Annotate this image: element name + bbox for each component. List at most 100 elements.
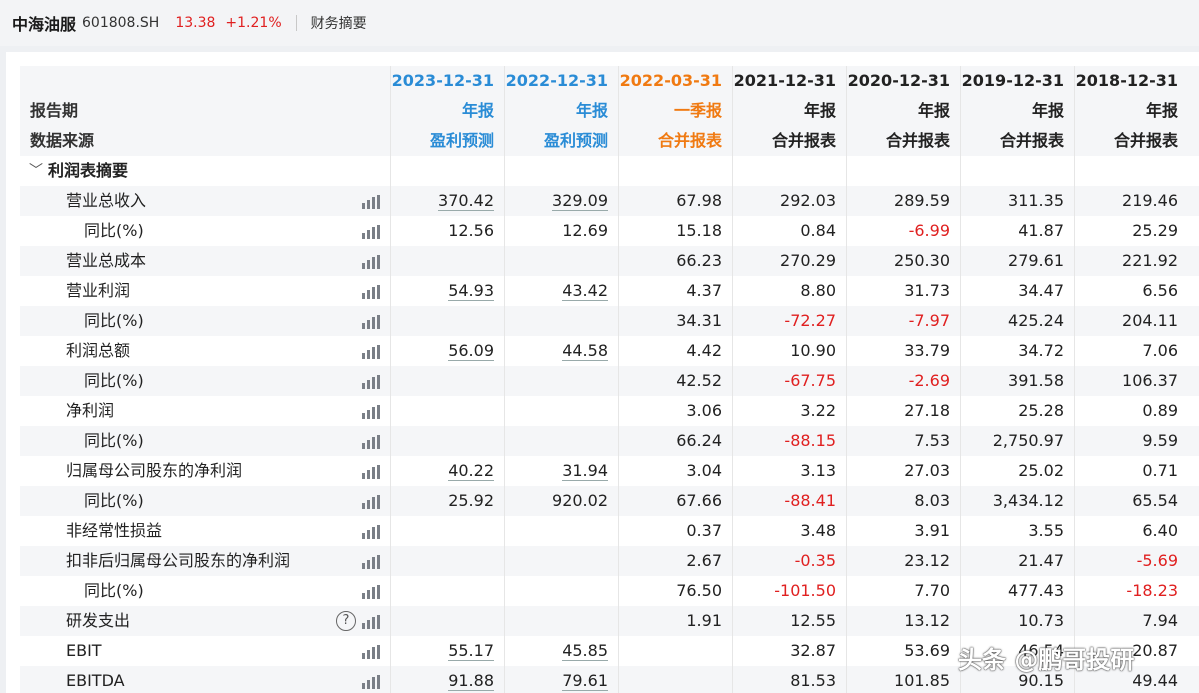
table-cell: 3.55 (960, 516, 1074, 546)
table-cell: 3.04 (618, 456, 732, 486)
cell-value: 270.29 (780, 251, 836, 270)
table-cell: 4.42 (618, 336, 732, 366)
table-cell[interactable]: 55.17 (390, 636, 504, 666)
bar-chart-icon[interactable] (362, 195, 380, 209)
cell-value: 8.80 (800, 281, 836, 300)
bar-chart-icon[interactable] (362, 255, 380, 269)
table-cell[interactable]: 31.94 (504, 456, 618, 486)
table-row[interactable]: 同比(%) 12.56 12.69 15.18 0.84 -6.99 41.87 25.29 (20, 216, 1199, 246)
column-separator (846, 66, 847, 693)
table-cell[interactable]: 370.42 (390, 186, 504, 216)
cell-value: 12.55 (790, 611, 836, 630)
table-row[interactable]: 净利润 3.06 3.22 27.18 25.28 0.89 (20, 396, 1199, 426)
cell-value: 40.22 (448, 461, 494, 481)
bar-chart-icon[interactable] (362, 555, 380, 569)
cell-value: 76.50 (676, 581, 722, 600)
bar-chart-icon[interactable] (362, 675, 380, 689)
cell-value: 20.87 (1132, 641, 1178, 660)
bar-chart-icon[interactable] (362, 645, 380, 659)
table-cell: 32.87 (732, 636, 846, 666)
header-column-1[interactable]: 2023-12-31 年报 盈利预测 (390, 66, 504, 156)
tab-financial-summary[interactable]: 财务摘要 (311, 13, 367, 33)
table-cell: 25.29 (1074, 216, 1188, 246)
header-column-7[interactable]: 2018-12-31 年报 合并报表 (1074, 66, 1188, 156)
cell-value: 0.71 (1142, 461, 1178, 480)
table-cell: 53.69 (846, 636, 960, 666)
header-column-4[interactable]: 2021-12-31 年报 合并报表 (732, 66, 846, 156)
table-row[interactable]: 归属母公司股东的净利润 40.22 31.94 3.04 3.13 27.03 25.02 0… (20, 456, 1199, 486)
table-row[interactable]: 扣非后归属母公司股东的净利润 2.67 -0.35 23.12 21.47 -5.69 (20, 546, 1199, 576)
table-row[interactable]: 营业利润 54.93 43.42 4.37 8.80 31.73 34.47 6.56 (20, 276, 1199, 306)
help-icon[interactable]: ? (336, 611, 356, 631)
bar-chart-icon[interactable] (362, 315, 380, 329)
table-cell: 101.85 (846, 666, 960, 693)
header-column-3[interactable]: 2022-03-31 一季报 合并报表 (618, 66, 732, 156)
table-cell[interactable]: 43.42 (504, 276, 618, 306)
cell-value: 25.02 (1018, 461, 1064, 480)
header-source: 合并报表 (771, 131, 836, 150)
table-row[interactable]: 营业总成本 66.23 270.29 250.30 279.61 221.92 (20, 246, 1199, 276)
chevron-down-icon[interactable]: ﹀ (29, 156, 43, 186)
table-cell[interactable]: 45.85 (504, 636, 618, 666)
section-row[interactable]: ﹀ 利润表摘要 (20, 156, 1199, 186)
table-row[interactable]: 非经常性损益 0.37 3.48 3.91 3.55 6.40 (20, 516, 1199, 546)
header-column-6[interactable]: 2019-12-31 年报 合并报表 (960, 66, 1074, 156)
table-row[interactable]: 研发支出? 1.91 12.55 13.12 10.73 7.94 (20, 606, 1199, 636)
table-cell[interactable]: 40.22 (390, 456, 504, 486)
bar-chart-icon[interactable] (362, 225, 380, 239)
cell-value: 1.91 (686, 611, 722, 630)
bar-chart-icon[interactable] (362, 285, 380, 299)
table-cell: 311.35 (960, 186, 1074, 216)
table-cell: 391.58 (960, 366, 1074, 396)
header-column-2[interactable]: 2022-12-31 年报 盈利预测 (504, 66, 618, 156)
table-cell[interactable]: 329.09 (504, 186, 618, 216)
bar-chart-icon[interactable] (362, 345, 380, 359)
stock-header-bar: 中海油服 601808.SH 13.38 +1.21% 财务摘要 (0, 0, 1199, 46)
table-row[interactable]: 同比(%) 66.24 -88.15 7.53 2,750.97 9.59 (20, 426, 1199, 456)
table-cell: 34.31 (618, 306, 732, 336)
cell-value: 3,434.12 (992, 491, 1064, 510)
cell-value: 33.79 (904, 341, 950, 360)
table-row[interactable]: 同比(%) 34.31 -72.27 -7.97 425.24 204.11 (20, 306, 1199, 336)
table-cell[interactable]: 44.58 (504, 336, 618, 366)
bar-chart-icon[interactable] (362, 435, 380, 449)
bar-chart-icon[interactable] (362, 465, 380, 479)
bar-chart-icon[interactable] (362, 405, 380, 419)
table-row[interactable]: 同比(%) 25.92 920.02 67.66 -88.41 8.03 3,434.12 6… (20, 486, 1199, 516)
cell-value: 81.53 (790, 671, 836, 690)
table-cell (390, 396, 504, 426)
bar-chart-icon[interactable] (362, 615, 380, 629)
cell-value: 9.59 (1142, 431, 1178, 450)
table-row[interactable]: 同比(%) 76.50 -101.50 7.70 477.43 -18.23 (20, 576, 1199, 606)
table-cell: 7.53 (846, 426, 960, 456)
header-date: 2019-12-31 (961, 71, 1064, 90)
cell-value: 41.87 (1018, 221, 1064, 240)
table-cell (504, 246, 618, 276)
table-cell: -7.97 (846, 306, 960, 336)
row-label: 同比(%) (84, 311, 144, 330)
cell-value: 329.09 (552, 191, 608, 211)
bar-chart-icon[interactable] (362, 585, 380, 599)
table-cell[interactable]: 56.09 (390, 336, 504, 366)
table-cell[interactable]: 54.93 (390, 276, 504, 306)
table-row[interactable]: 利润总额 56.09 44.58 4.42 10.90 33.79 34.72 7.06 (20, 336, 1199, 366)
table-cell[interactable]: 79.61 (504, 666, 618, 693)
table-cell: 2.67 (618, 546, 732, 576)
stock-name[interactable]: 中海油服 (12, 11, 76, 35)
watermark: 头条 @鹏哥投研 (958, 646, 1135, 674)
header-column-5[interactable]: 2020-12-31 年报 合并报表 (846, 66, 960, 156)
table-cell: 10.90 (732, 336, 846, 366)
row-label: 利润总额 (66, 341, 131, 360)
stock-change-percent: +1.21% (225, 15, 282, 31)
cell-value: 3.04 (686, 461, 722, 480)
table-row[interactable]: 同比(%) 42.52 -67.75 -2.69 391.58 106.37 (20, 366, 1199, 396)
table-cell: 221.92 (1074, 246, 1188, 276)
table-cell[interactable]: 91.88 (390, 666, 504, 693)
bar-chart-icon[interactable] (362, 495, 380, 509)
bar-chart-icon[interactable] (362, 525, 380, 539)
table-cell (504, 306, 618, 336)
bar-chart-icon[interactable] (362, 375, 380, 389)
table-row[interactable]: 营业总收入 370.42 329.09 67.98 292.03 289.59 311.35… (20, 186, 1199, 216)
cell-value: 221.92 (1122, 251, 1178, 270)
table-cell (390, 306, 504, 336)
